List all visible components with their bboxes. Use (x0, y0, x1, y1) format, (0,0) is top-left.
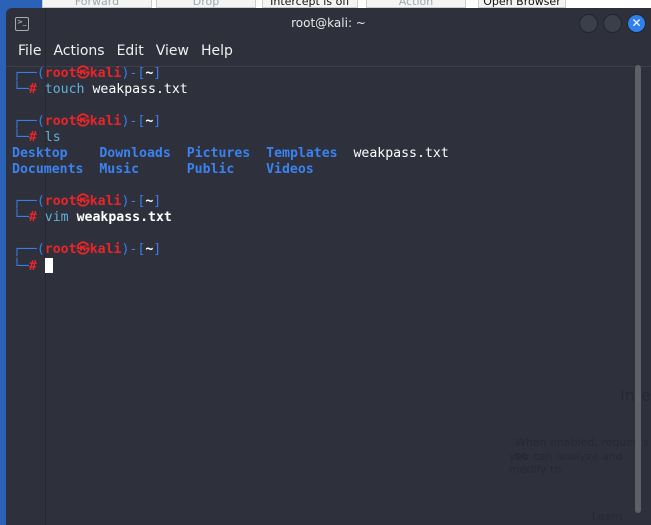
menu-actions[interactable]: Actions (47, 41, 110, 66)
ghost-learn-more: Learn more (592, 510, 623, 525)
forward-button[interactable]: Forward (42, 0, 152, 8)
open-browser-button[interactable]: Open Browser (478, 0, 566, 8)
terminal-window: >_ root@kali: ~ ✕ File Actions Edit View… (6, 8, 651, 525)
command-line: └─# (13, 258, 449, 275)
menu-view[interactable]: View (150, 41, 195, 66)
menu-bar: File Actions Edit View Help (6, 41, 651, 67)
prompt-line: ┌──(root㉿kali)-[~] (13, 242, 162, 257)
intercept-toggle[interactable]: Intercept is off (262, 0, 358, 8)
ls-output-row: Desktop Downloads Pictures Templates wea… (12, 146, 449, 161)
maximize-button[interactable] (603, 14, 622, 33)
close-button[interactable]: ✕ (627, 14, 646, 33)
scrollbar[interactable] (635, 65, 641, 513)
menu-file[interactable]: File (12, 41, 47, 66)
text-cursor (44, 258, 53, 273)
title-bar: >_ root@kali: ~ ✕ (6, 8, 651, 41)
ghost-text-2: you can analyze and modify th (509, 450, 623, 476)
ls-output-row: Documents Music Public Videos (12, 162, 314, 177)
command-line: └─# ls (13, 130, 61, 145)
menu-edit[interactable]: Edit (111, 41, 150, 66)
prompt-line: ┌──(root㉿kali)-[~] (13, 114, 162, 129)
action-button[interactable]: Action (366, 0, 466, 8)
terminal-output[interactable]: ┌──(root㉿kali)-[~] └─# touch weakpass.txt… (12, 66, 449, 275)
command-line: └─# vim weakpass.txt (13, 210, 172, 225)
window-title: root@kali: ~ (291, 16, 366, 30)
prompt-line: ┌──(root㉿kali)-[~] (13, 194, 162, 209)
prompt-line: ┌──(root㉿kali)-[~] (13, 66, 162, 81)
drop-button[interactable]: Drop (156, 0, 256, 8)
command-line: └─# touch weakpass.txt (13, 82, 188, 97)
menu-help[interactable]: Help (195, 41, 239, 66)
minimize-button[interactable] (579, 14, 598, 33)
